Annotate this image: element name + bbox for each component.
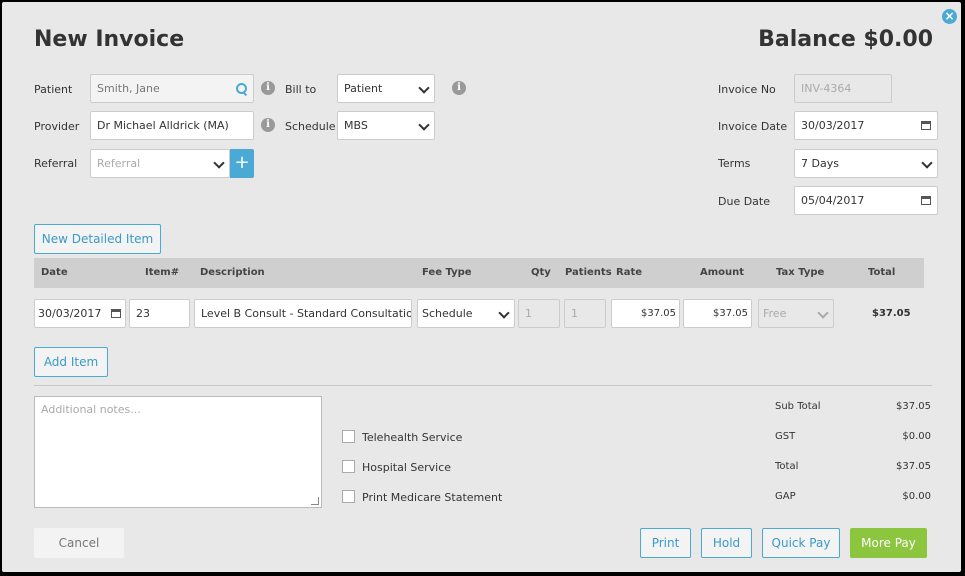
- col-date: Date: [41, 267, 68, 278]
- chevron-down-icon: [817, 307, 829, 319]
- info-icon[interactable]: i: [452, 81, 466, 95]
- row-item-input[interactable]: 23: [129, 299, 190, 328]
- sub-total-value: $37.05: [896, 401, 931, 412]
- terms-value: 7 Days: [801, 157, 839, 170]
- terms-label: Terms: [718, 157, 751, 170]
- bill-to-label: Bill to: [285, 83, 317, 96]
- calendar-icon[interactable]: [111, 309, 121, 318]
- row-tax-type-value: Free: [763, 307, 787, 320]
- more-pay-button[interactable]: More Pay: [850, 528, 927, 558]
- info-icon[interactable]: i: [261, 118, 275, 132]
- print-medicare-checkbox[interactable]: [342, 490, 355, 503]
- row-fee-type-select[interactable]: Schedule: [417, 299, 515, 328]
- gst-label: GST: [775, 431, 796, 442]
- patient-value: Smith, Jane: [97, 82, 160, 95]
- referral-label: Referral: [34, 157, 78, 170]
- invoice-no-input: INV-4364: [794, 74, 892, 103]
- schedule-select[interactable]: MBS: [337, 111, 435, 140]
- chevron-down-icon: [418, 82, 430, 94]
- due-date-label: Due Date: [718, 195, 770, 208]
- sub-total-label: Sub Total: [775, 401, 821, 412]
- row-date-value: 30/03/2017: [38, 307, 102, 320]
- patient-input[interactable]: Smith, Jane: [90, 74, 254, 103]
- row-total: $37.05: [872, 308, 911, 319]
- provider-label: Provider: [34, 120, 80, 133]
- referral-placeholder: Referral: [97, 157, 141, 170]
- col-rate: Rate: [616, 267, 643, 278]
- chevron-down-icon: [921, 157, 933, 169]
- divider: [34, 385, 932, 386]
- schedule-label: Schedule: [285, 120, 336, 133]
- row-description-input[interactable]: Level B Consult - Standard Consultation …: [194, 299, 412, 328]
- hospital-checkbox[interactable]: [342, 460, 355, 473]
- row-rate-input[interactable]: $37.05: [611, 299, 680, 328]
- due-date-value: 05/04/2017: [801, 194, 865, 207]
- notes-placeholder: Additional notes...: [41, 403, 141, 416]
- bill-to-select[interactable]: Patient: [337, 74, 435, 103]
- gst-value: $0.00: [902, 431, 931, 442]
- quick-pay-button[interactable]: Quick Pay: [762, 528, 840, 558]
- invoice-date-value: 30/03/2017: [801, 119, 865, 132]
- telehealth-checkbox[interactable]: [342, 430, 355, 443]
- table-header: Date Item# Description Fee Type Qty Pati…: [34, 258, 924, 288]
- calendar-icon[interactable]: [921, 196, 931, 205]
- add-item-button[interactable]: Add Item: [34, 347, 108, 377]
- total-label: Total: [775, 461, 799, 472]
- bill-to-value: Patient: [344, 82, 383, 95]
- chevron-down-icon: [498, 307, 510, 319]
- schedule-value: MBS: [344, 119, 368, 132]
- col-fee-type: Fee Type: [422, 267, 472, 278]
- row-date-input[interactable]: 30/03/2017: [34, 299, 126, 328]
- row-amount-input[interactable]: $37.05: [683, 299, 752, 328]
- cancel-button[interactable]: Cancel: [34, 528, 124, 558]
- gap-label: GAP: [775, 491, 796, 502]
- total-value: $37.05: [896, 461, 931, 472]
- telehealth-label: Telehealth Service: [362, 431, 463, 444]
- col-amount: Amount: [700, 267, 745, 278]
- chevron-down-icon: [213, 157, 225, 169]
- balance-display: Balance $0.00: [758, 27, 933, 52]
- row-qty-input: 1: [518, 299, 560, 328]
- col-patients: Patients: [565, 267, 612, 278]
- col-description: Description: [200, 267, 265, 278]
- patient-label: Patient: [34, 83, 73, 96]
- close-icon[interactable]: ×: [942, 9, 957, 24]
- referral-select[interactable]: Referral: [90, 149, 230, 178]
- print-medicare-label: Print Medicare Statement: [362, 491, 503, 504]
- chevron-down-icon: [418, 119, 430, 131]
- gap-value: $0.00: [902, 491, 931, 502]
- provider-input[interactable]: Dr Michael Alldrick (MA): [90, 111, 254, 140]
- row-patients-input: 1: [564, 299, 606, 328]
- info-icon[interactable]: i: [261, 81, 275, 95]
- search-icon[interactable]: [236, 83, 247, 94]
- row-fee-type-value: Schedule: [422, 307, 473, 320]
- invoice-date-label: Invoice Date: [718, 120, 788, 133]
- col-tax-type: Tax Type: [776, 267, 825, 278]
- hospital-label: Hospital Service: [362, 461, 452, 474]
- page-title: New Invoice: [34, 27, 185, 52]
- invoice-dialog: New Invoice Balance $0.00 × Patient Smit…: [2, 2, 961, 572]
- invoice-date-input[interactable]: 30/03/2017: [794, 111, 938, 140]
- invoice-no-label: Invoice No: [718, 83, 776, 96]
- resize-handle-icon[interactable]: [311, 497, 319, 505]
- notes-textarea[interactable]: Additional notes...: [34, 396, 322, 508]
- hold-button[interactable]: Hold: [701, 528, 752, 558]
- col-qty: Qty: [531, 267, 551, 278]
- due-date-input[interactable]: 05/04/2017: [794, 186, 938, 215]
- new-detailed-item-button[interactable]: New Detailed Item: [34, 224, 161, 254]
- col-total: Total: [868, 267, 896, 278]
- row-tax-type-select: Free: [758, 299, 834, 328]
- calendar-icon[interactable]: [921, 121, 931, 130]
- plus-icon[interactable]: +: [230, 149, 254, 178]
- terms-select[interactable]: 7 Days: [794, 149, 938, 178]
- col-item: Item#: [145, 267, 180, 278]
- print-button[interactable]: Print: [640, 528, 691, 558]
